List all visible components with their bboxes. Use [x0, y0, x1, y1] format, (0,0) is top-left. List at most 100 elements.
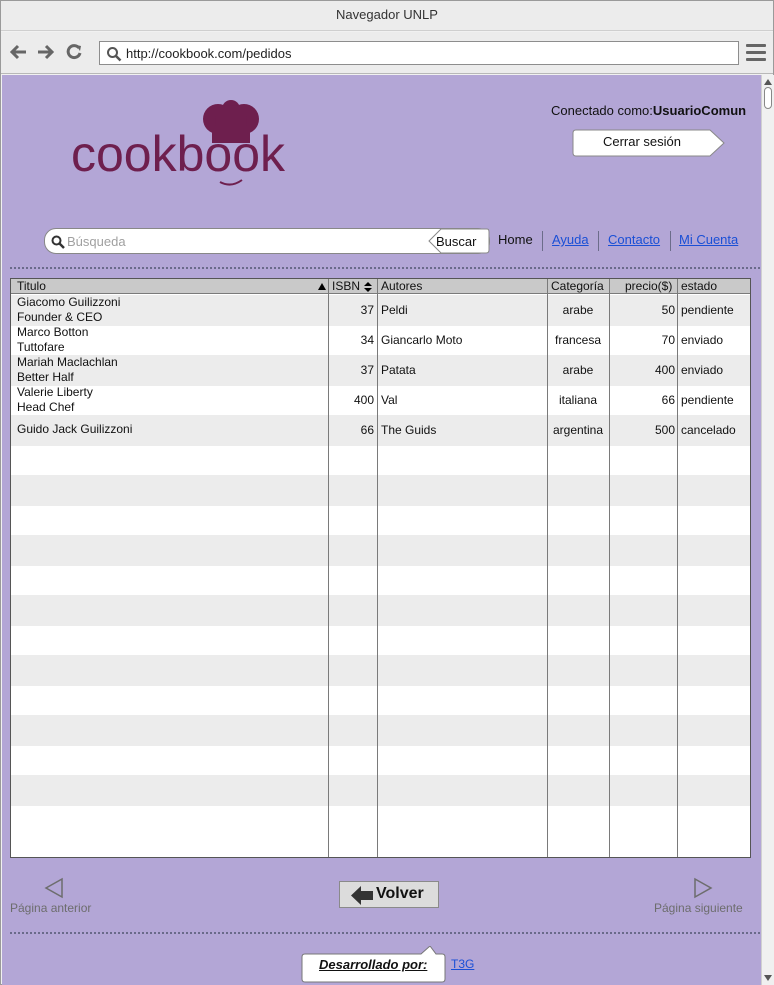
nav-help-link[interactable]: Ayuda: [552, 232, 589, 247]
cell-autores: Val: [381, 393, 398, 407]
next-page-label: Página siguiente: [654, 901, 743, 915]
team-link[interactable]: T3G: [451, 957, 474, 971]
column-divider: [677, 279, 678, 857]
scroll-up-icon[interactable]: [764, 79, 772, 85]
triangle-left-icon: [44, 877, 63, 899]
scroll-thumb[interactable]: [764, 87, 772, 109]
cell-isbn: 37: [360, 303, 374, 317]
logout-button[interactable]: Cerrar sesión: [572, 129, 726, 157]
cell-estado: pendiente: [681, 303, 734, 317]
cell-categoria: francesa: [554, 333, 602, 347]
empty-table-row: [11, 745, 750, 776]
cell-titulo: Marco Botton: [17, 325, 89, 339]
cell-autores: Giancarlo Moto: [381, 333, 463, 347]
cell-autores: Peldi: [381, 303, 408, 317]
back-arrow-icon: [351, 886, 373, 905]
url-text: http://cookbook.com/pedidos: [126, 46, 292, 61]
window-title: Navegador UNLP: [1, 1, 773, 31]
cell-subtitulo: Tuttofare: [17, 340, 65, 354]
previous-page-link[interactable]: Página anterior: [10, 875, 106, 915]
triangle-right-icon: [694, 877, 713, 899]
login-username: UsuarioComun: [652, 103, 747, 118]
sort-ascending-icon[interactable]: [317, 282, 327, 290]
table-row[interactable]: Giacomo Guilizzoni Founder & CEO 37 Peldi ar…: [11, 295, 750, 326]
scroll-down-icon[interactable]: [764, 975, 772, 981]
column-header-isbn[interactable]: ISBN: [332, 279, 360, 294]
cell-precio: 400: [654, 363, 675, 377]
back-arrow-icon[interactable]: [9, 42, 29, 62]
logout-label: Cerrar sesión: [602, 134, 682, 149]
table-row[interactable]: Marco Botton Tuttofare 34 Giancarlo Moto fra…: [11, 325, 750, 356]
table-row[interactable]: Guido Jack Guilizzoni 66 The Guids argentin…: [11, 415, 750, 446]
nav-home-link[interactable]: Home: [498, 232, 533, 247]
nav-divider: [670, 231, 671, 251]
cell-precio: 66: [661, 393, 675, 407]
column-divider: [547, 279, 548, 857]
empty-table-row: [11, 595, 750, 626]
cell-titulo: Guido Jack Guilizzoni: [17, 422, 133, 436]
orders-table: Titulo ISBN Autores Categoría precio($) …: [10, 278, 751, 858]
table-header: Titulo ISBN Autores Categoría precio($) …: [11, 279, 750, 294]
sort-both-icon[interactable]: [363, 281, 373, 293]
column-header-precio[interactable]: precio($): [625, 279, 672, 294]
column-header-estado[interactable]: estado: [681, 279, 717, 294]
developed-by-label: Desarrollado por:: [319, 957, 428, 972]
cell-isbn: 66: [360, 423, 374, 437]
cell-subtitulo: Founder & CEO: [17, 310, 103, 324]
page-viewport: cookbook Conectado como:UsuarioComun Cer…: [2, 75, 761, 985]
nav-divider: [542, 231, 543, 251]
cell-estado: enviado: [681, 363, 724, 377]
nav-contact-link[interactable]: Contacto: [608, 232, 660, 247]
search-button[interactable]: Buscar: [428, 228, 490, 254]
cell-titulo: Mariah Maclachlan: [17, 355, 118, 369]
column-divider: [377, 279, 378, 857]
chef-hat-icon: cookbook: [71, 100, 286, 186]
cell-isbn: 34: [360, 333, 374, 347]
empty-table-row: [11, 805, 750, 836]
login-label: Conectado como:: [551, 103, 653, 118]
developed-by-callout: Desarrollado por:: [301, 946, 446, 983]
address-bar[interactable]: http://cookbook.com/pedidos: [99, 41, 739, 65]
column-header-categoria[interactable]: Categoría: [551, 279, 604, 294]
cell-estado: enviado: [681, 333, 724, 347]
column-header-autores[interactable]: Autores: [381, 279, 422, 294]
previous-page-label: Página anterior: [10, 901, 92, 915]
cell-estado: pendiente: [681, 393, 734, 407]
logo-text: cookbook: [71, 126, 286, 182]
back-button[interactable]: Volver: [339, 881, 439, 908]
empty-table-row: [11, 475, 750, 506]
header-divider: [10, 267, 760, 269]
cell-precio: 70: [661, 333, 675, 347]
forward-arrow-icon[interactable]: [35, 42, 55, 62]
next-page-link[interactable]: Página siguiente: [654, 875, 754, 915]
column-divider: [328, 279, 329, 857]
cell-autores: The Guids: [381, 423, 437, 437]
cell-precio: 500: [654, 423, 675, 437]
table-row[interactable]: Mariah Maclachlan Better Half 37 Patata arab…: [11, 355, 750, 386]
cookbook-logo[interactable]: cookbook: [68, 89, 288, 193]
back-button-label: Volver: [376, 885, 424, 902]
search-input[interactable]: Búsqueda: [67, 234, 126, 249]
vertical-scrollbar[interactable]: [761, 75, 774, 985]
cell-estado: cancelado: [681, 423, 736, 437]
cell-categoria: italiana: [558, 393, 598, 407]
cell-isbn: 37: [360, 363, 374, 377]
empty-table-row: [11, 685, 750, 716]
footer-divider: [10, 932, 760, 934]
cell-titulo: Valerie Liberty: [17, 385, 93, 399]
search-box[interactable]: Búsqueda Buscar: [44, 228, 490, 254]
empty-table-row: [11, 625, 750, 656]
reload-icon[interactable]: [64, 42, 84, 62]
cell-subtitulo: Head Chef: [17, 400, 75, 414]
browser-toolbar: http://cookbook.com/pedidos: [1, 32, 773, 74]
cell-precio: 50: [661, 303, 675, 317]
browser-window: Navegador UNLP http://cookbook.com/pedid…: [0, 0, 774, 985]
empty-table-row: [11, 775, 750, 806]
nav-account-link[interactable]: Mi Cuenta: [679, 232, 738, 247]
nav-divider: [598, 231, 599, 251]
cell-categoria: arabe: [562, 303, 594, 317]
cell-isbn: 400: [353, 393, 374, 407]
column-header-titulo[interactable]: Titulo: [17, 279, 46, 294]
table-row[interactable]: Valerie Liberty Head Chef 400 Val italiana 66…: [11, 385, 750, 416]
hamburger-menu-icon[interactable]: [746, 44, 766, 62]
